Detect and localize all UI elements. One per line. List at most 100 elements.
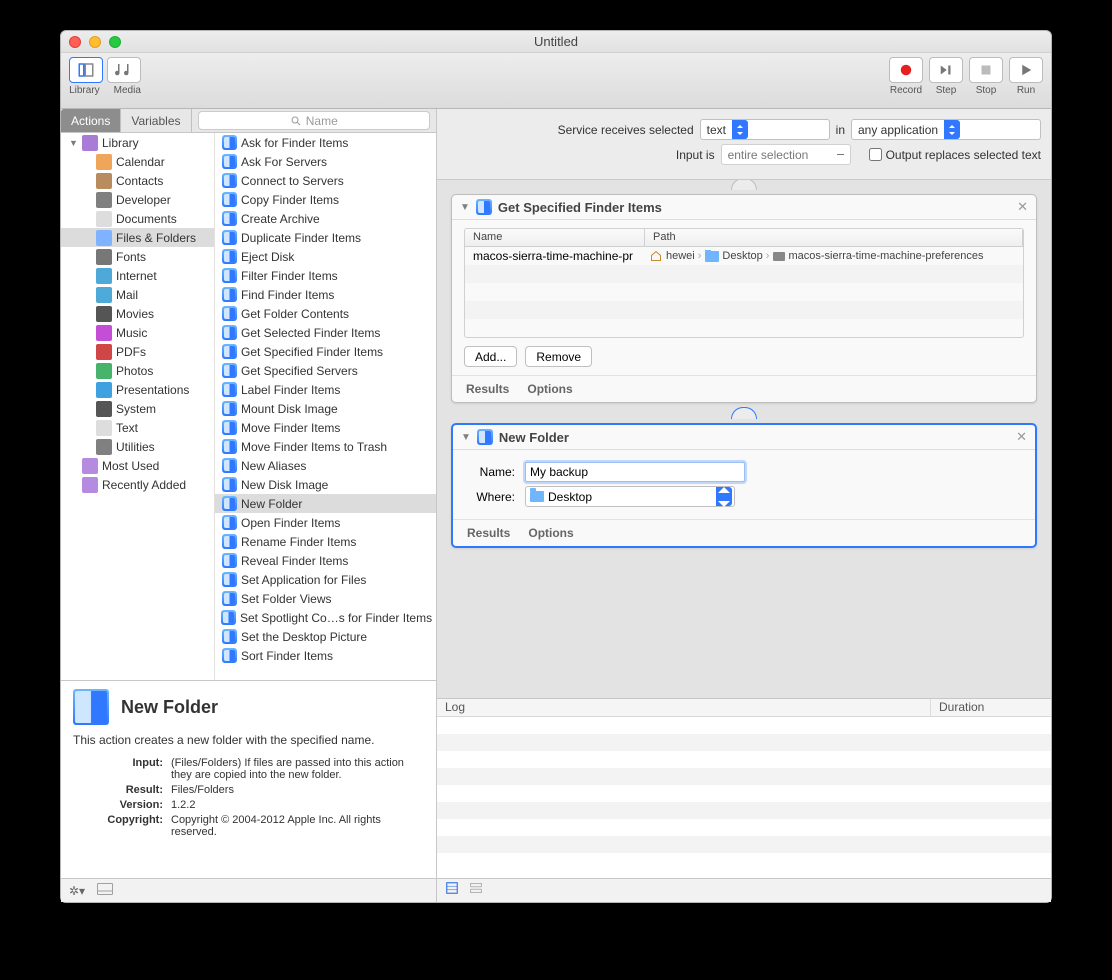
media-button[interactable] <box>107 57 141 83</box>
sidebar-item[interactable]: Fonts <box>61 247 214 266</box>
collapse-icon[interactable] <box>97 882 113 900</box>
remove-button[interactable]: Remove <box>525 346 592 367</box>
sidebar-item[interactable]: Most Used <box>61 456 214 475</box>
sidebar-item[interactable]: Text <box>61 418 214 437</box>
library-tabs: Actions Variables Name <box>61 109 436 133</box>
log-col[interactable]: Log <box>437 699 931 716</box>
list-item[interactable]: Set Folder Views <box>215 589 436 608</box>
sidebar-item[interactable]: Mail <box>61 285 214 304</box>
sidebar-item[interactable]: PDFs <box>61 342 214 361</box>
list-item[interactable]: Get Specified Finder Items <box>215 342 436 361</box>
add-button[interactable]: Add... <box>464 346 517 367</box>
close-icon[interactable]: ✕ <box>1017 199 1028 215</box>
action-list[interactable]: Ask for Finder ItemsAsk For ServersConne… <box>215 133 436 680</box>
list-item[interactable]: Get Folder Contents <box>215 304 436 323</box>
service-header: Service receives selected text in any ap… <box>437 109 1051 180</box>
zoom-icon[interactable] <box>109 36 121 48</box>
service-type-select[interactable]: text <box>700 119 830 140</box>
view-flow-icon[interactable] <box>469 881 483 900</box>
close-icon[interactable]: ✕ <box>1016 429 1027 445</box>
list-item[interactable]: Reveal Finder Items <box>215 551 436 570</box>
list-item[interactable]: Move Finder Items <box>215 418 436 437</box>
search-placeholder: Name <box>306 114 338 128</box>
sidebar-item[interactable]: Developer <box>61 190 214 209</box>
results-tab[interactable]: Results <box>467 526 510 540</box>
list-item[interactable]: Connect to Servers <box>215 171 436 190</box>
list-item[interactable]: Open Finder Items <box>215 513 436 532</box>
tab-variables[interactable]: Variables <box>121 109 191 132</box>
list-item[interactable]: Label Finder Items <box>215 380 436 399</box>
list-item[interactable]: New Disk Image <box>215 475 436 494</box>
sidebar-item[interactable]: Calendar <box>61 152 214 171</box>
list-item[interactable]: Mount Disk Image <box>215 399 436 418</box>
options-tab[interactable]: Options <box>528 526 573 540</box>
sidebar-item[interactable]: Presentations <box>61 380 214 399</box>
list-item[interactable]: Set Spotlight Co…s for Finder Items <box>215 608 436 627</box>
list-item[interactable]: Ask For Servers <box>215 152 436 171</box>
list-item[interactable]: Set Application for Files <box>215 570 436 589</box>
list-item[interactable]: Get Selected Finder Items <box>215 323 436 342</box>
sidebar-item[interactable]: Recently Added <box>61 475 214 494</box>
toolbar: Library Media Record Step Stop Run <box>61 53 1051 109</box>
duration-col[interactable]: Duration <box>931 699 1051 716</box>
tab-actions[interactable]: Actions <box>61 109 121 132</box>
step-label: Step <box>936 85 957 96</box>
list-item[interactable]: Ask for Finder Items <box>215 133 436 152</box>
service-app-select[interactable]: any application <box>851 119 1041 140</box>
close-icon[interactable] <box>69 36 81 48</box>
list-item[interactable]: Sort Finder Items <box>215 646 436 665</box>
search-input[interactable]: Name <box>198 111 431 130</box>
options-tab[interactable]: Options <box>527 382 572 396</box>
run-button[interactable] <box>1009 57 1043 83</box>
input-is-select[interactable]: entire selection <box>721 144 851 165</box>
sidebar-item[interactable]: Photos <box>61 361 214 380</box>
list-item[interactable]: Move Finder Items to Trash <box>215 437 436 456</box>
list-item[interactable]: New Folder <box>215 494 436 513</box>
list-item[interactable]: Copy Finder Items <box>215 190 436 209</box>
col-name[interactable]: Name <box>465 229 645 246</box>
name-input[interactable] <box>525 462 745 482</box>
minimize-icon[interactable] <box>89 36 101 48</box>
list-item[interactable]: Eject Disk <box>215 247 436 266</box>
category-list[interactable]: ▼LibraryCalendarContactsDeveloperDocumen… <box>61 133 215 680</box>
sidebar-item[interactable]: Internet <box>61 266 214 285</box>
list-item[interactable]: Duplicate Finder Items <box>215 228 436 247</box>
list-item[interactable]: Get Specified Servers <box>215 361 436 380</box>
disclosure-icon[interactable]: ▼ <box>460 202 470 213</box>
list-item[interactable]: Create Archive <box>215 209 436 228</box>
list-item[interactable]: Rename Finder Items <box>215 532 436 551</box>
col-path[interactable]: Path <box>645 229 1023 246</box>
sidebar-item[interactable]: Utilities <box>61 437 214 456</box>
service-receives-label: Service receives selected <box>558 123 694 137</box>
sidebar-item[interactable]: ▼Library <box>61 133 214 152</box>
table-row[interactable]: macos-sierra-time-machine-pr hewei› Desk… <box>465 247 1023 265</box>
where-select[interactable]: Desktop <box>525 486 735 507</box>
library-toggle-button[interactable] <box>69 57 103 83</box>
view-list-icon[interactable] <box>445 881 459 900</box>
sidebar-item[interactable]: Documents <box>61 209 214 228</box>
list-item[interactable]: Filter Finder Items <box>215 266 436 285</box>
file-table[interactable]: Name Path macos-sierra-time-machine-pr h… <box>464 228 1024 338</box>
sidebar-item[interactable]: Files & Folders <box>61 228 214 247</box>
list-item[interactable]: New Aliases <box>215 456 436 475</box>
sidebar-item[interactable]: Contacts <box>61 171 214 190</box>
sidebar-item[interactable]: Movies <box>61 304 214 323</box>
desc-value: Copyright © 2004-2012 Apple Inc. All rig… <box>171 814 424 838</box>
sidebar-item[interactable]: System <box>61 399 214 418</box>
workflow-canvas[interactable]: ▼ Get Specified Finder Items ✕ Name Path <box>437 180 1051 698</box>
action-get-specified-finder-items[interactable]: ▼ Get Specified Finder Items ✕ Name Path <box>451 194 1037 403</box>
action-new-folder[interactable]: ▼ New Folder ✕ Name: Where: <box>451 423 1037 548</box>
list-item[interactable]: Find Finder Items <box>215 285 436 304</box>
desc-key: Copyright: <box>73 814 163 838</box>
step-button[interactable] <box>929 57 963 83</box>
workflow-pane: Service receives selected text in any ap… <box>437 109 1051 902</box>
list-item[interactable]: Set the Desktop Picture <box>215 627 436 646</box>
stop-button[interactable] <box>969 57 1003 83</box>
results-tab[interactable]: Results <box>466 382 509 396</box>
output-replaces-checkbox[interactable]: Output replaces selected text <box>869 148 1041 162</box>
output-replaces-label: Output replaces selected text <box>886 148 1041 162</box>
disclosure-icon[interactable]: ▼ <box>461 432 471 443</box>
record-button[interactable] <box>889 57 923 83</box>
sidebar-item[interactable]: Music <box>61 323 214 342</box>
gear-icon[interactable]: ✲▾ <box>69 884 85 898</box>
